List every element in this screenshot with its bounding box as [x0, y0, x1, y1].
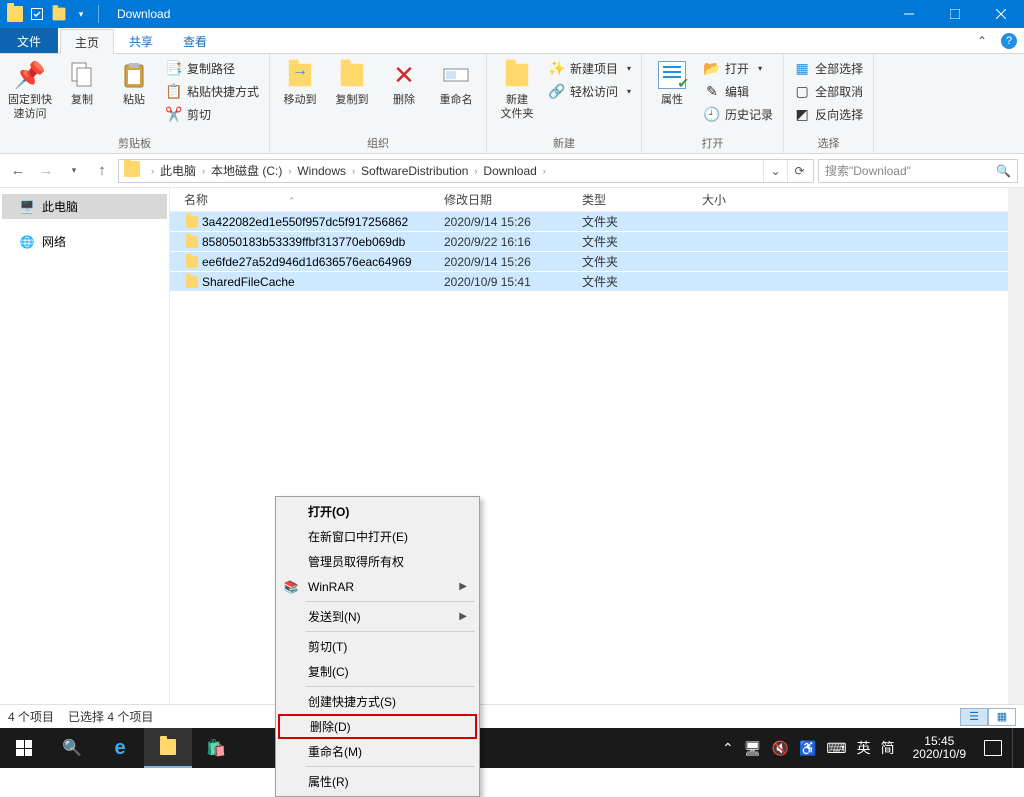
tab-file[interactable]: 文件 — [0, 28, 58, 53]
vertical-scrollbar[interactable] — [1008, 188, 1024, 704]
group-clipboard-label: 剪贴板 — [6, 134, 263, 151]
history-button[interactable]: 🕘历史记录 — [700, 105, 777, 124]
tray-ime-lang[interactable]: 英 — [857, 738, 871, 758]
status-selected-count: 已选择 4 个项目 — [68, 708, 153, 725]
table-row[interactable]: 858050183b53339ffbf313770eb069db2020/9/2… — [170, 232, 1024, 252]
start-button[interactable] — [0, 728, 48, 768]
tray-notifications-icon[interactable] — [984, 740, 1002, 756]
search-input[interactable]: 搜索"Download" 🔍 — [818, 159, 1018, 183]
up-button[interactable]: ↑ — [90, 159, 114, 183]
qat-newfolder-icon[interactable] — [48, 3, 70, 25]
status-item-count: 4 个项目 — [8, 708, 54, 725]
taskbar: 🔍 e 🛍️ ⌃ 🖥 🔇 ♿ ⌨ 英 简 15:45 2020/10/9 — [0, 728, 1024, 768]
back-button[interactable]: ← — [6, 159, 30, 183]
group-organize-label: 组织 — [276, 134, 480, 151]
select-all-button[interactable]: ▦全部选择 — [790, 59, 867, 78]
winrar-icon: 📚 — [282, 578, 300, 596]
copy-path-button[interactable]: 📑复制路径 — [162, 59, 263, 78]
group-open-label: 打开 — [648, 134, 777, 151]
ctx-winrar[interactable]: 📚WinRAR▶ — [278, 574, 477, 599]
paste-button[interactable]: 粘贴 — [110, 57, 158, 109]
ctx-admin-ownership[interactable]: 管理员取得所有权 — [278, 549, 477, 574]
tab-view[interactable]: 查看 — [168, 28, 222, 53]
new-folder-button[interactable]: 新建 文件夹 — [493, 57, 541, 123]
ribbon-tabs: 文件 主页 共享 查看 ⌃ ? — [0, 28, 1024, 54]
tab-home[interactable]: 主页 — [60, 29, 114, 54]
pin-button[interactable]: 📌固定到快 速访问 — [6, 57, 54, 123]
easy-access-button[interactable]: 🔗轻松访问▾ — [545, 82, 635, 101]
ctx-open-new-window[interactable]: 在新窗口中打开(E) — [278, 524, 477, 549]
tray-keyboard-icon[interactable]: ⌨ — [826, 740, 846, 757]
moveto-button[interactable]: →移动到 — [276, 57, 324, 109]
forward-button[interactable]: → — [34, 159, 58, 183]
tray-ime-mode[interactable]: 简 — [881, 738, 895, 758]
tray-ease-icon[interactable]: ♿ — [799, 740, 816, 757]
table-row[interactable]: ee6fde27a52d946d1d636576eac649692020/9/1… — [170, 252, 1024, 272]
close-button[interactable] — [978, 0, 1024, 28]
copyto-button[interactable]: 复制到 — [328, 57, 376, 109]
edit-button[interactable]: ✎编辑 — [700, 82, 777, 101]
navigation-pane: 🖥️此电脑 🌐网络 — [0, 188, 170, 704]
table-row[interactable]: 3a422082ed1e550f957dc5f9172568622020/9/1… — [170, 212, 1024, 232]
tray-volume-icon[interactable]: 🔇 — [772, 740, 789, 757]
cut-button[interactable]: ✂️剪切 — [162, 105, 263, 124]
show-desktop-button[interactable] — [1012, 728, 1018, 768]
view-icons-button[interactable]: ▦ — [988, 708, 1016, 726]
chevron-right-icon: ▶ — [459, 581, 467, 592]
tray-clock[interactable]: 15:45 2020/10/9 — [905, 735, 974, 761]
ctx-send-to[interactable]: 发送到(N)▶ — [278, 604, 477, 629]
taskbar-search[interactable]: 🔍 — [48, 728, 96, 768]
folder-icon — [4, 3, 26, 25]
help-button[interactable]: ? — [994, 28, 1024, 53]
navitem-network[interactable]: 🌐网络 — [2, 229, 167, 254]
window-title: Download — [105, 7, 170, 21]
status-bar: 4 个项目 已选择 4 个项目 ☰ ▦ — [0, 704, 1024, 728]
ribbon: 📌固定到快 速访问 复制 粘贴 📑复制路径 📋粘贴快捷方式 ✂️剪切 剪贴板 →… — [0, 54, 1024, 154]
maximize-button[interactable] — [932, 0, 978, 28]
new-item-button[interactable]: ✨新建项目▾ — [545, 59, 635, 78]
tray-network-icon[interactable]: 🖥 — [744, 740, 762, 757]
group-select-label: 选择 — [790, 134, 867, 151]
table-row[interactable]: SharedFileCache2020/10/9 15:41文件夹 — [170, 272, 1024, 292]
recent-dropdown[interactable]: ▾ — [62, 159, 86, 183]
ribbon-collapse-icon[interactable]: ⌃ — [970, 28, 994, 53]
taskbar-store[interactable]: 🛍️ — [192, 728, 240, 768]
ctx-delete[interactable]: 删除(D) — [278, 714, 477, 739]
paste-shortcut-button[interactable]: 📋粘贴快捷方式 — [162, 82, 263, 101]
ctx-rename[interactable]: 重命名(M) — [278, 739, 477, 764]
properties-button[interactable]: ✔属性 — [648, 57, 696, 109]
context-menu: 打开(O) 在新窗口中打开(E) 管理员取得所有权 📚WinRAR▶ 发送到(N… — [275, 496, 480, 797]
delete-button[interactable]: ✕删除 — [380, 57, 428, 109]
invert-selection-button[interactable]: ◩反向选择 — [790, 105, 867, 124]
refresh-icon[interactable]: ⟳ — [787, 160, 811, 182]
search-icon: 🔍 — [996, 164, 1011, 178]
ctx-open[interactable]: 打开(O) — [278, 499, 477, 524]
open-button[interactable]: 📂打开▾ — [700, 59, 777, 78]
minimize-button[interactable] — [886, 0, 932, 28]
title-bar: ▾ Download — [0, 0, 1024, 28]
ctx-create-shortcut[interactable]: 创建快捷方式(S) — [278, 689, 477, 714]
copy-button[interactable]: 复制 — [58, 57, 106, 109]
rename-button[interactable]: 重命名 — [432, 57, 480, 109]
taskbar-edge[interactable]: e — [96, 728, 144, 768]
navitem-this-pc[interactable]: 🖥️此电脑 — [2, 194, 167, 219]
taskbar-explorer[interactable] — [144, 728, 192, 768]
column-headers[interactable]: 名称⌃ 修改日期 类型 大小 — [170, 188, 1024, 212]
chevron-right-icon: ▶ — [459, 611, 467, 622]
qat-dropdown-icon[interactable]: ▾ — [70, 3, 92, 25]
ctx-copy[interactable]: 复制(C) — [278, 659, 477, 684]
address-dropdown-icon[interactable]: ⌄ — [763, 160, 787, 182]
view-details-button[interactable]: ☰ — [960, 708, 988, 726]
ctx-cut[interactable]: 剪切(T) — [278, 634, 477, 659]
tray-chevron-up-icon[interactable]: ⌃ — [722, 740, 734, 757]
select-none-button[interactable]: ▢全部取消 — [790, 82, 867, 101]
breadcrumb[interactable]: › 此电脑› 本地磁盘 (C:)› Windows› SoftwareDistr… — [118, 159, 814, 183]
address-bar: ← → ▾ ↑ › 此电脑› 本地磁盘 (C:)› Windows› Softw… — [0, 154, 1024, 188]
qat-properties-icon[interactable] — [26, 3, 48, 25]
ctx-properties[interactable]: 属性(R) — [278, 769, 477, 794]
tab-share[interactable]: 共享 — [114, 28, 168, 53]
group-new-label: 新建 — [493, 134, 635, 151]
